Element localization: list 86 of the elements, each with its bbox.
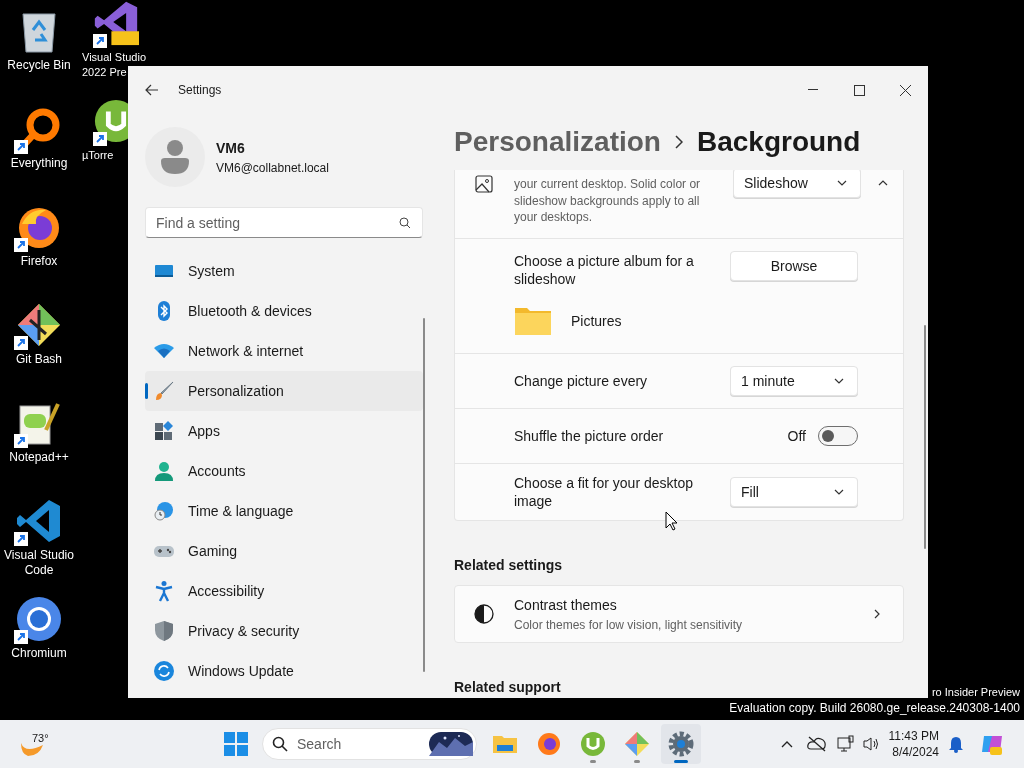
related-setting-link[interactable]: Contrast themes Color themes for low vision, light sensitivity xyxy=(454,585,904,643)
setting-label: Choose a fit for your desktop image xyxy=(514,474,694,510)
picture-icon xyxy=(475,175,493,193)
accessibility-icon xyxy=(153,580,175,602)
window-title: Settings xyxy=(178,82,222,99)
browser-icon xyxy=(15,595,63,643)
desktop-icon-label: Everything xyxy=(10,156,68,171)
scrollbar[interactable] xyxy=(423,318,425,672)
desktop-icon-label: Code xyxy=(24,563,54,578)
nav-item[interactable]: Apps xyxy=(145,411,423,451)
code-editor-icon xyxy=(16,498,62,544)
watermark-text: Evaluation copy. Build 26080.ge_release.240308-1400 xyxy=(729,700,1020,716)
desktop-icon-label: Notepad++ xyxy=(9,450,69,465)
gear-icon xyxy=(668,731,694,757)
search-field[interactable]: Find a setting xyxy=(145,207,423,238)
fox-globe-icon xyxy=(537,732,561,756)
desktop-icon-label: Firefox xyxy=(20,254,58,269)
nav-item[interactable]: Bluetooth & devices xyxy=(145,291,423,331)
toggle-switch[interactable] xyxy=(818,426,858,446)
scrollbar[interactable] xyxy=(924,325,926,549)
dropdown[interactable]: Slideshow xyxy=(733,170,861,198)
related-setting-title: Contrast themes xyxy=(514,595,618,615)
cloud-off-icon[interactable] xyxy=(806,736,827,752)
search-icon xyxy=(272,736,288,752)
watermark-text: ro Insider Preview xyxy=(931,685,1020,700)
dropdown[interactable]: 1 minute xyxy=(730,366,858,396)
desktop-icon-label: Git Bash xyxy=(16,352,62,367)
desktop-icon-label: Visual Studio xyxy=(82,50,146,65)
nav-item[interactable]: Accounts xyxy=(145,451,423,491)
nav-item[interactable]: Network & internet xyxy=(145,331,423,371)
bell-icon[interactable] xyxy=(948,735,964,753)
volume-icon[interactable] xyxy=(861,736,880,752)
setting-label: Shuffle the picture order xyxy=(514,427,665,445)
close-icon xyxy=(899,84,911,96)
nav-item[interactable]: Privacy & security xyxy=(145,611,423,651)
nav-item[interactable]: Personalization xyxy=(145,371,423,411)
browse-button[interactable]: Browse xyxy=(730,251,858,281)
moon-icon xyxy=(21,742,43,756)
profile-email: VM6@collabnet.local xyxy=(216,159,329,177)
clock-globe-icon xyxy=(153,500,175,522)
weather-widget[interactable]: 73° xyxy=(18,724,58,764)
search-icon xyxy=(399,217,411,229)
paintbrush-icon xyxy=(153,380,175,402)
nav-item[interactable]: System xyxy=(145,251,423,291)
minimize-icon xyxy=(808,89,818,91)
apps-grid-icon xyxy=(153,420,175,442)
toggle-state-text: Off xyxy=(787,426,806,446)
setting-description: your current desktop. Solid color or slideshow backgrounds apply to all your desktops. xyxy=(514,176,702,226)
setting-label: Choose a picture album for a slideshow xyxy=(514,252,695,288)
breadcrumb-parent[interactable]: Personalization xyxy=(454,121,661,163)
dropdown[interactable]: Fill xyxy=(730,477,858,507)
profile-name: VM6 xyxy=(216,138,246,158)
back-arrow-icon xyxy=(145,84,159,96)
nav-item[interactable]: Gaming xyxy=(145,531,423,571)
desktop-icon-label: 2022 Pre xyxy=(82,65,127,80)
nav-item[interactable]: Time & language xyxy=(145,491,423,531)
nav-item[interactable]: Accessibility xyxy=(145,571,423,611)
chevron-up-icon[interactable] xyxy=(780,740,793,748)
section-heading: Related support xyxy=(454,678,562,697)
person-silhouette-icon xyxy=(160,139,190,175)
desktop-icon-label: Visual Studio xyxy=(4,548,74,563)
nav-item[interactable]: Windows Update xyxy=(145,651,423,691)
notepad-icon xyxy=(16,400,62,446)
folder-icon xyxy=(514,306,552,336)
desktop-icon-label: Chromium xyxy=(11,646,67,661)
diamond-logo-icon xyxy=(624,731,650,757)
folder-name: Pictures xyxy=(571,311,622,331)
sync-icon xyxy=(153,660,175,682)
clock[interactable]: 11:43 PM 8/4/2024 xyxy=(888,728,939,760)
diamond-logo-icon xyxy=(16,302,62,348)
related-setting-subtitle: Color themes for low vision, light sensitivity xyxy=(514,616,743,634)
shield-icon xyxy=(153,620,175,642)
person-icon xyxy=(153,460,175,482)
folder-icon xyxy=(492,733,518,755)
section-heading: Related settings xyxy=(454,556,564,575)
windows-logo-icon xyxy=(224,732,248,756)
torrent-logo-icon xyxy=(580,731,606,757)
desktop-icon-label: µTorre xyxy=(82,148,114,163)
breadcrumb-chevron-icon xyxy=(674,135,683,149)
setting-label: Change picture every xyxy=(514,372,649,390)
page-title: Background xyxy=(696,125,861,159)
taskbar-app[interactable] xyxy=(661,724,701,764)
network-icon[interactable] xyxy=(836,735,855,753)
desktop-icon-label: Recycle Bin xyxy=(7,58,71,73)
maximize-icon xyxy=(853,84,865,96)
contrast-icon xyxy=(474,604,494,624)
